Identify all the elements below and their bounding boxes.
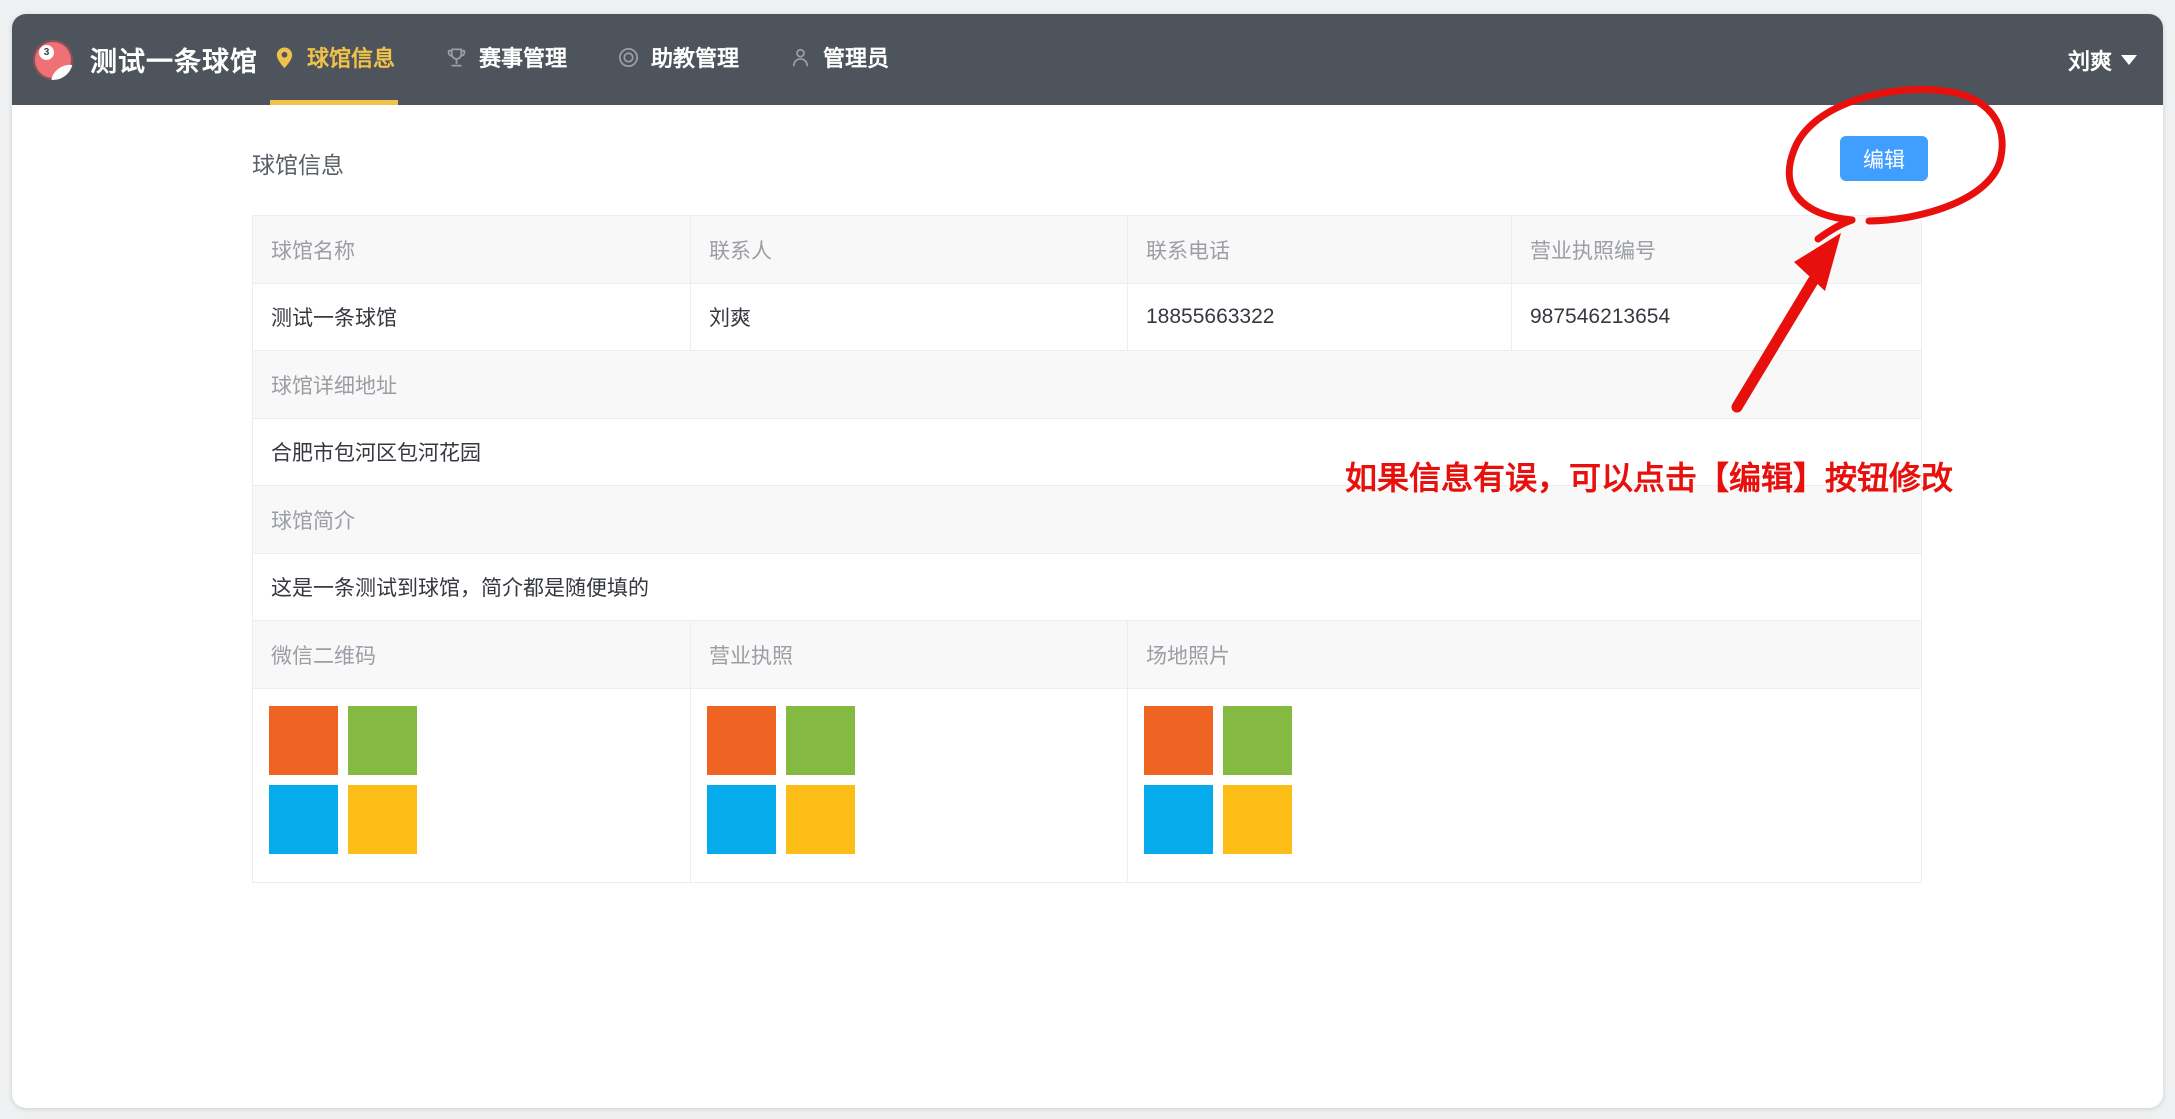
table-header-row: 微信二维码 营业执照 场地照片 [253, 621, 1921, 689]
header-license-number: 营业执照编号 [1511, 216, 1921, 283]
tab-event-management[interactable]: 赛事管理 [442, 14, 570, 105]
edit-button[interactable]: 编辑 [1840, 136, 1928, 181]
table-header-row: 球馆详细地址 [253, 351, 1921, 419]
nav-tabs: 球馆信息 赛事管理 [270, 14, 936, 105]
header-venue-name: 球馆名称 [253, 216, 690, 283]
annotation-text: 如果信息有误，可以点击【编辑】按钮修改 [1345, 453, 1953, 499]
table-image-row [253, 689, 1921, 882]
value-license-number: 987546213654 [1511, 284, 1921, 350]
billiard-ball-logo-icon: 3 [33, 40, 73, 80]
table-value-row: 这是一条测试到球馆，简介都是随便填的 [253, 554, 1921, 621]
double-circle-icon [617, 46, 640, 69]
header-venue-address: 球馆详细地址 [253, 351, 1921, 418]
ball-number: 3 [39, 45, 54, 60]
person-icon [789, 46, 812, 69]
tab-assistant-management[interactable]: 助教管理 [614, 14, 742, 105]
business-license-image[interactable] [707, 706, 855, 854]
tab-label: 赛事管理 [479, 41, 567, 73]
tab-label: 助教管理 [651, 41, 739, 73]
tab-label: 球馆信息 [307, 41, 395, 73]
value-venue-intro: 这是一条测试到球馆，简介都是随便填的 [253, 554, 1921, 620]
user-menu[interactable]: 刘爽 [2068, 14, 2163, 105]
wechat-qrcode-image[interactable] [269, 706, 417, 854]
cell-wechat-qrcode [253, 689, 690, 882]
header-contact-phone: 联系电话 [1127, 216, 1511, 283]
table-value-row: 测试一条球馆 刘爽 18855663322 987546213654 [253, 284, 1921, 351]
app-page: 3 测试一条球馆 球馆信息 [0, 0, 2175, 1119]
page-title: 球馆信息 [252, 146, 344, 180]
header-wechat-qrcode: 微信二维码 [253, 621, 690, 688]
user-name: 刘爽 [2068, 44, 2112, 76]
value-contact-phone: 18855663322 [1127, 284, 1511, 350]
tab-venue-info[interactable]: 球馆信息 [270, 14, 398, 105]
value-venue-name: 测试一条球馆 [253, 284, 690, 350]
cell-business-license [690, 689, 1127, 882]
brand: 3 测试一条球馆 [33, 14, 258, 105]
tab-administrator[interactable]: 管理员 [786, 14, 892, 105]
header-contact-person: 联系人 [690, 216, 1127, 283]
cell-venue-photos [1127, 689, 1921, 882]
value-contact-person: 刘爽 [690, 284, 1127, 350]
venue-photo-image[interactable] [1144, 706, 1292, 854]
table-header-row: 球馆名称 联系人 联系电话 营业执照编号 [253, 216, 1921, 284]
trophy-icon [445, 46, 468, 69]
top-navbar: 3 测试一条球馆 球馆信息 [12, 14, 2163, 105]
header-business-license: 营业执照 [690, 621, 1127, 688]
main-card: 3 测试一条球馆 球馆信息 [12, 14, 2163, 1108]
tab-label: 管理员 [823, 41, 889, 73]
app-title: 测试一条球馆 [90, 40, 258, 79]
caret-down-icon [2121, 55, 2137, 65]
venue-info-table: 球馆名称 联系人 联系电话 营业执照编号 测试一条球馆 刘爽 188556633… [252, 215, 1922, 883]
location-pin-icon [273, 46, 296, 69]
ball-highlight [47, 60, 73, 80]
header-venue-photos: 场地照片 [1127, 621, 1921, 688]
